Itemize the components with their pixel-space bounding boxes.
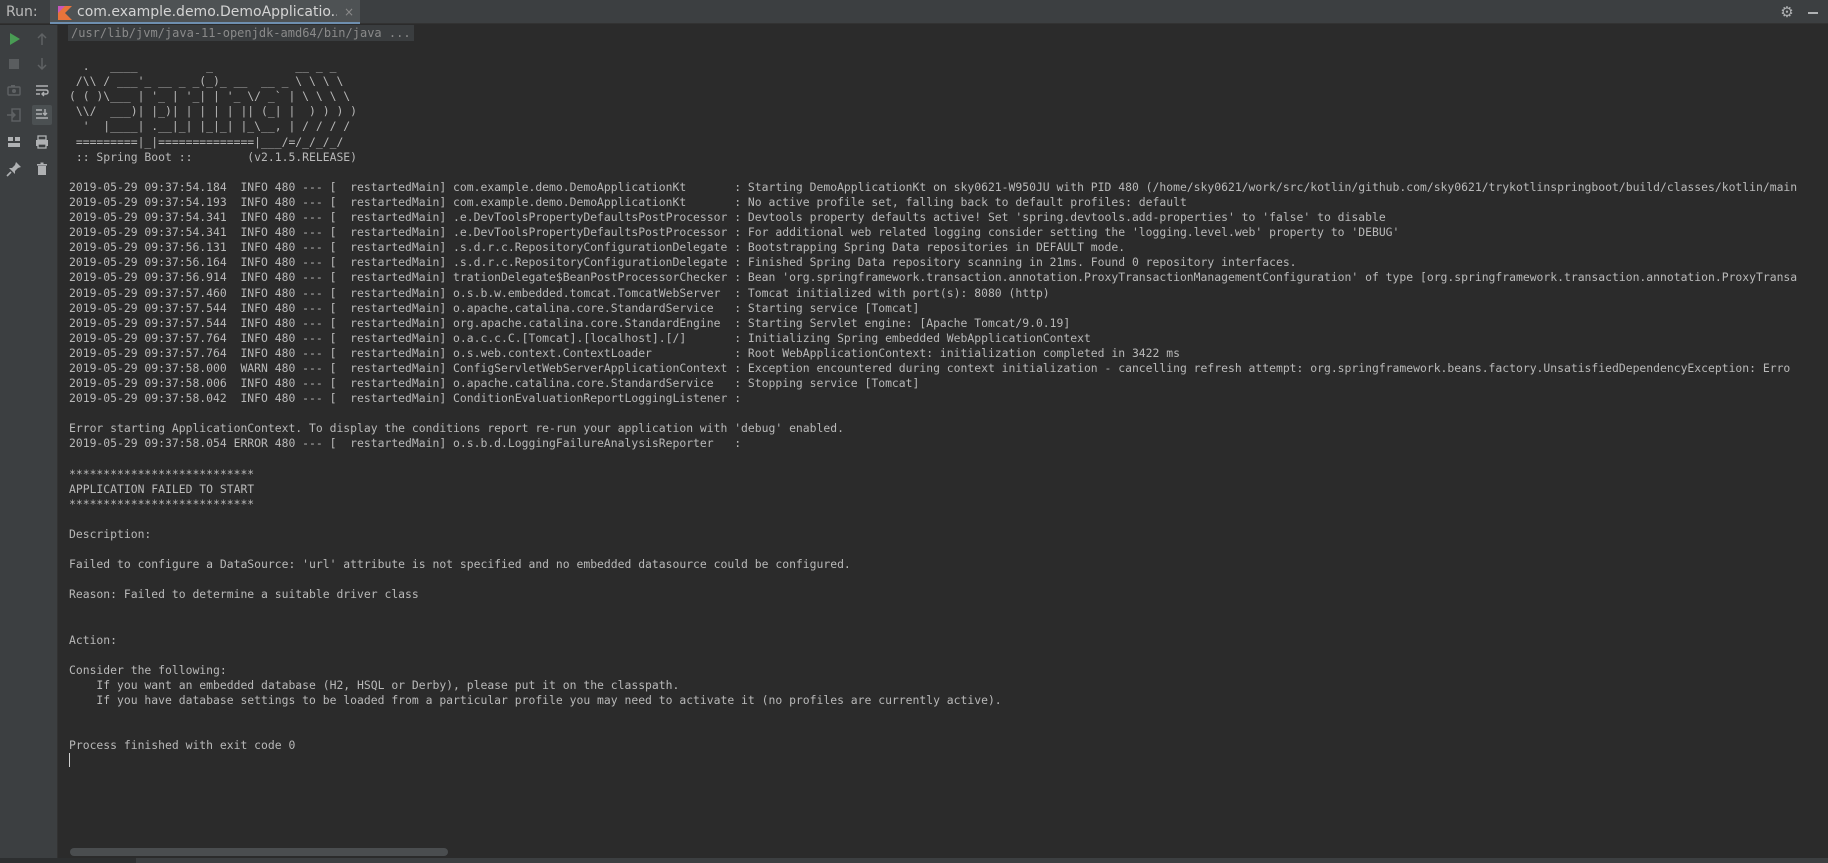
tab-close-icon[interactable]: × (343, 0, 355, 24)
console-line: /\\ / ___'_ __ _ _(_)_ __ __ _ \ \ \ \ (69, 74, 344, 89)
console-log: . ____ _ __ _ _ /\\ / ___'_ __ _ _(_)_ _… (69, 44, 1828, 769)
console-line: :: Spring Boot :: (v2.1.5.RELEASE) (69, 149, 358, 164)
console-line: 2019-05-29 09:37:54.193 INFO 480 --- [ r… (69, 194, 1187, 209)
console-line: 2019-05-29 09:37:54.341 INFO 480 --- [ r… (69, 210, 1386, 225)
scroll-up-icon[interactable] (32, 29, 52, 49)
console-line: . ____ _ __ _ _ (69, 59, 337, 74)
soft-wrap-icon[interactable] (32, 80, 52, 100)
kotlin-file-icon (58, 5, 72, 20)
console-line: 2019-05-29 09:37:56.164 INFO 480 --- [ r… (69, 255, 1297, 270)
print-icon[interactable] (32, 132, 52, 152)
console-line: Description: (69, 527, 152, 541)
console-line: Process finished with exit code 0 (69, 738, 296, 753)
console-input-line[interactable] (69, 753, 1828, 768)
console-line: 2019-05-29 09:37:58.042 INFO 480 --- [ r… (69, 391, 742, 406)
console-line: 2019-05-29 09:37:58.006 INFO 480 --- [ r… (69, 376, 920, 391)
exit-icon[interactable] (4, 105, 24, 125)
minimize-icon[interactable] (1803, 2, 1823, 22)
scroll-to-end-icon[interactable] (32, 105, 52, 125)
layout-icon[interactable] (4, 132, 24, 152)
run-label: Run: (6, 4, 38, 20)
console-line: 2019-05-29 09:37:57.460 INFO 480 --- [ r… (69, 285, 1050, 300)
console-line: 2019-05-29 09:37:58.000 WARN 480 --- [ r… (69, 360, 1791, 375)
status-strip-segment (0, 858, 136, 863)
console-line: Failed to configure a DataSource: 'url' … (69, 557, 851, 572)
console-line: Consider the following: (69, 662, 227, 677)
console-line: ( ( )\___ | '_ | '_| | '_ \/ _` | \ \ \ … (69, 89, 351, 104)
console-line: 2019-05-29 09:37:56.914 INFO 480 --- [ r… (69, 270, 1798, 285)
delete-icon[interactable] (32, 159, 52, 179)
scroll-down-icon[interactable] (32, 54, 52, 74)
run-toolbar (0, 25, 58, 863)
console-line: 2019-05-29 09:37:54.341 INFO 480 --- [ r… (69, 225, 1400, 240)
tab-demo-application[interactable]: com.example.demo.DemoApplicatio... × (50, 0, 360, 24)
console-line: 2019-05-29 09:37:57.544 INFO 480 --- [ r… (69, 300, 920, 315)
console-line: Reason: Failed to determine a suitable d… (69, 587, 419, 602)
text-caret (69, 753, 70, 768)
console-line: 2019-05-29 09:37:57.544 INFO 480 --- [ r… (69, 315, 1071, 330)
tab-title: com.example.demo.DemoApplicatio... (77, 4, 337, 20)
rerun-icon[interactable] (4, 29, 24, 49)
camera-icon[interactable] (4, 80, 24, 100)
pin-icon[interactable] (4, 159, 24, 179)
stop-icon[interactable] (4, 54, 24, 74)
status-strip (0, 858, 1828, 863)
console-line: If you want an embedded database (H2, HS… (69, 677, 680, 692)
console-output[interactable]: /usr/lib/jvm/java-11-openjdk-amd64/bin/j… (58, 25, 1828, 863)
console-line: APPLICATION FAILED TO START (69, 481, 255, 496)
console-line: 2019-05-29 09:37:58.054 ERROR 480 --- [ … (69, 436, 742, 451)
gear-icon[interactable]: ⚙ (1777, 2, 1797, 22)
console-line: 2019-05-29 09:37:57.764 INFO 480 --- [ r… (69, 330, 1091, 345)
console-line: \\/ ___)| |_)| | | | | || (_| | ) ) ) ) (69, 104, 358, 119)
console-line: *************************** (69, 496, 255, 511)
console-line: 2019-05-29 09:37:56.131 INFO 480 --- [ r… (69, 240, 1126, 255)
console-line: =========|_|==============|___/=/_/_/_/ (69, 134, 344, 149)
console-line: 2019-05-29 09:37:57.764 INFO 480 --- [ r… (69, 345, 1180, 360)
console-line: Error starting ApplicationContext. To di… (69, 421, 844, 436)
run-tool-window-header: Run: com.example.demo.DemoApplicatio... … (0, 0, 1828, 24)
scrollbar-thumb[interactable] (70, 848, 448, 856)
console-line: ' |____| .__|_| |_|_| |_\__, | / / / / (69, 119, 351, 134)
console-line: If you have database settings to be load… (69, 693, 1002, 708)
console-line: 2019-05-29 09:37:54.184 INFO 480 --- [ r… (69, 179, 1798, 194)
command-line[interactable]: /usr/lib/jvm/java-11-openjdk-amd64/bin/j… (68, 25, 414, 41)
console-line: Action: (69, 632, 118, 647)
console-line: *************************** (69, 466, 255, 481)
